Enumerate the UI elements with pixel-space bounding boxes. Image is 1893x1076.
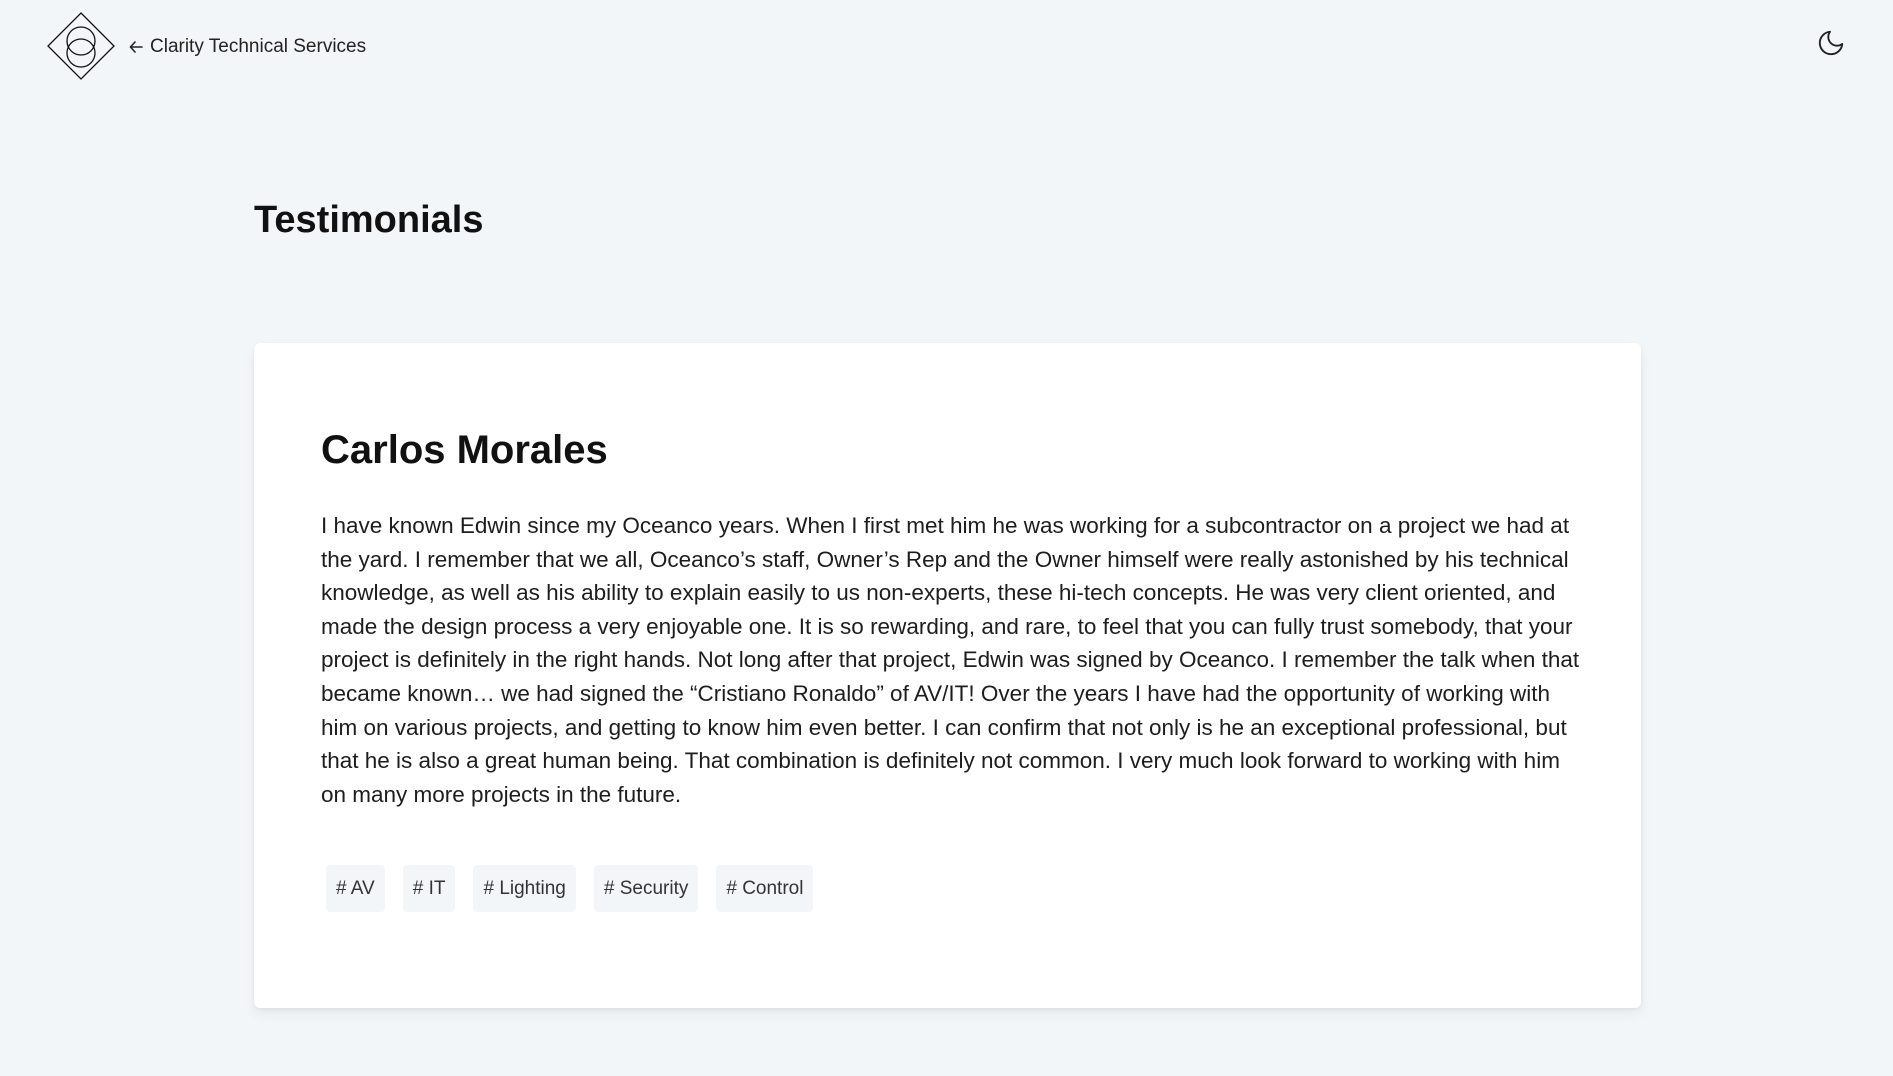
page-title: Testimonials xyxy=(254,199,484,241)
tag-av[interactable]: # AV xyxy=(326,865,385,912)
testimonial-card: Carlos Morales I have known Edwin since … xyxy=(254,343,1641,1008)
arrow-left-icon xyxy=(129,41,143,53)
testimonial-text: I have known Edwin since my Oceanco year… xyxy=(321,513,1580,807)
tag-security[interactable]: # Security xyxy=(593,865,699,912)
theme-toggle-button[interactable] xyxy=(1814,26,1848,60)
tag-it[interactable]: # IT xyxy=(402,865,456,912)
moon-icon xyxy=(1818,30,1844,56)
testimonial-author: Carlos Morales xyxy=(321,428,608,472)
logo-icon[interactable] xyxy=(47,12,115,80)
site-header: Clarity Technical Services xyxy=(0,0,1893,95)
tag-lighting[interactable]: # Lighting xyxy=(473,865,576,912)
tag-list: # AV # IT # Lighting # Security # Contro… xyxy=(326,865,814,912)
tag-control[interactable]: # Control xyxy=(716,865,814,912)
back-link-label: Clarity Technical Services xyxy=(150,36,367,57)
back-link[interactable]: Clarity Technical Services xyxy=(128,34,366,60)
